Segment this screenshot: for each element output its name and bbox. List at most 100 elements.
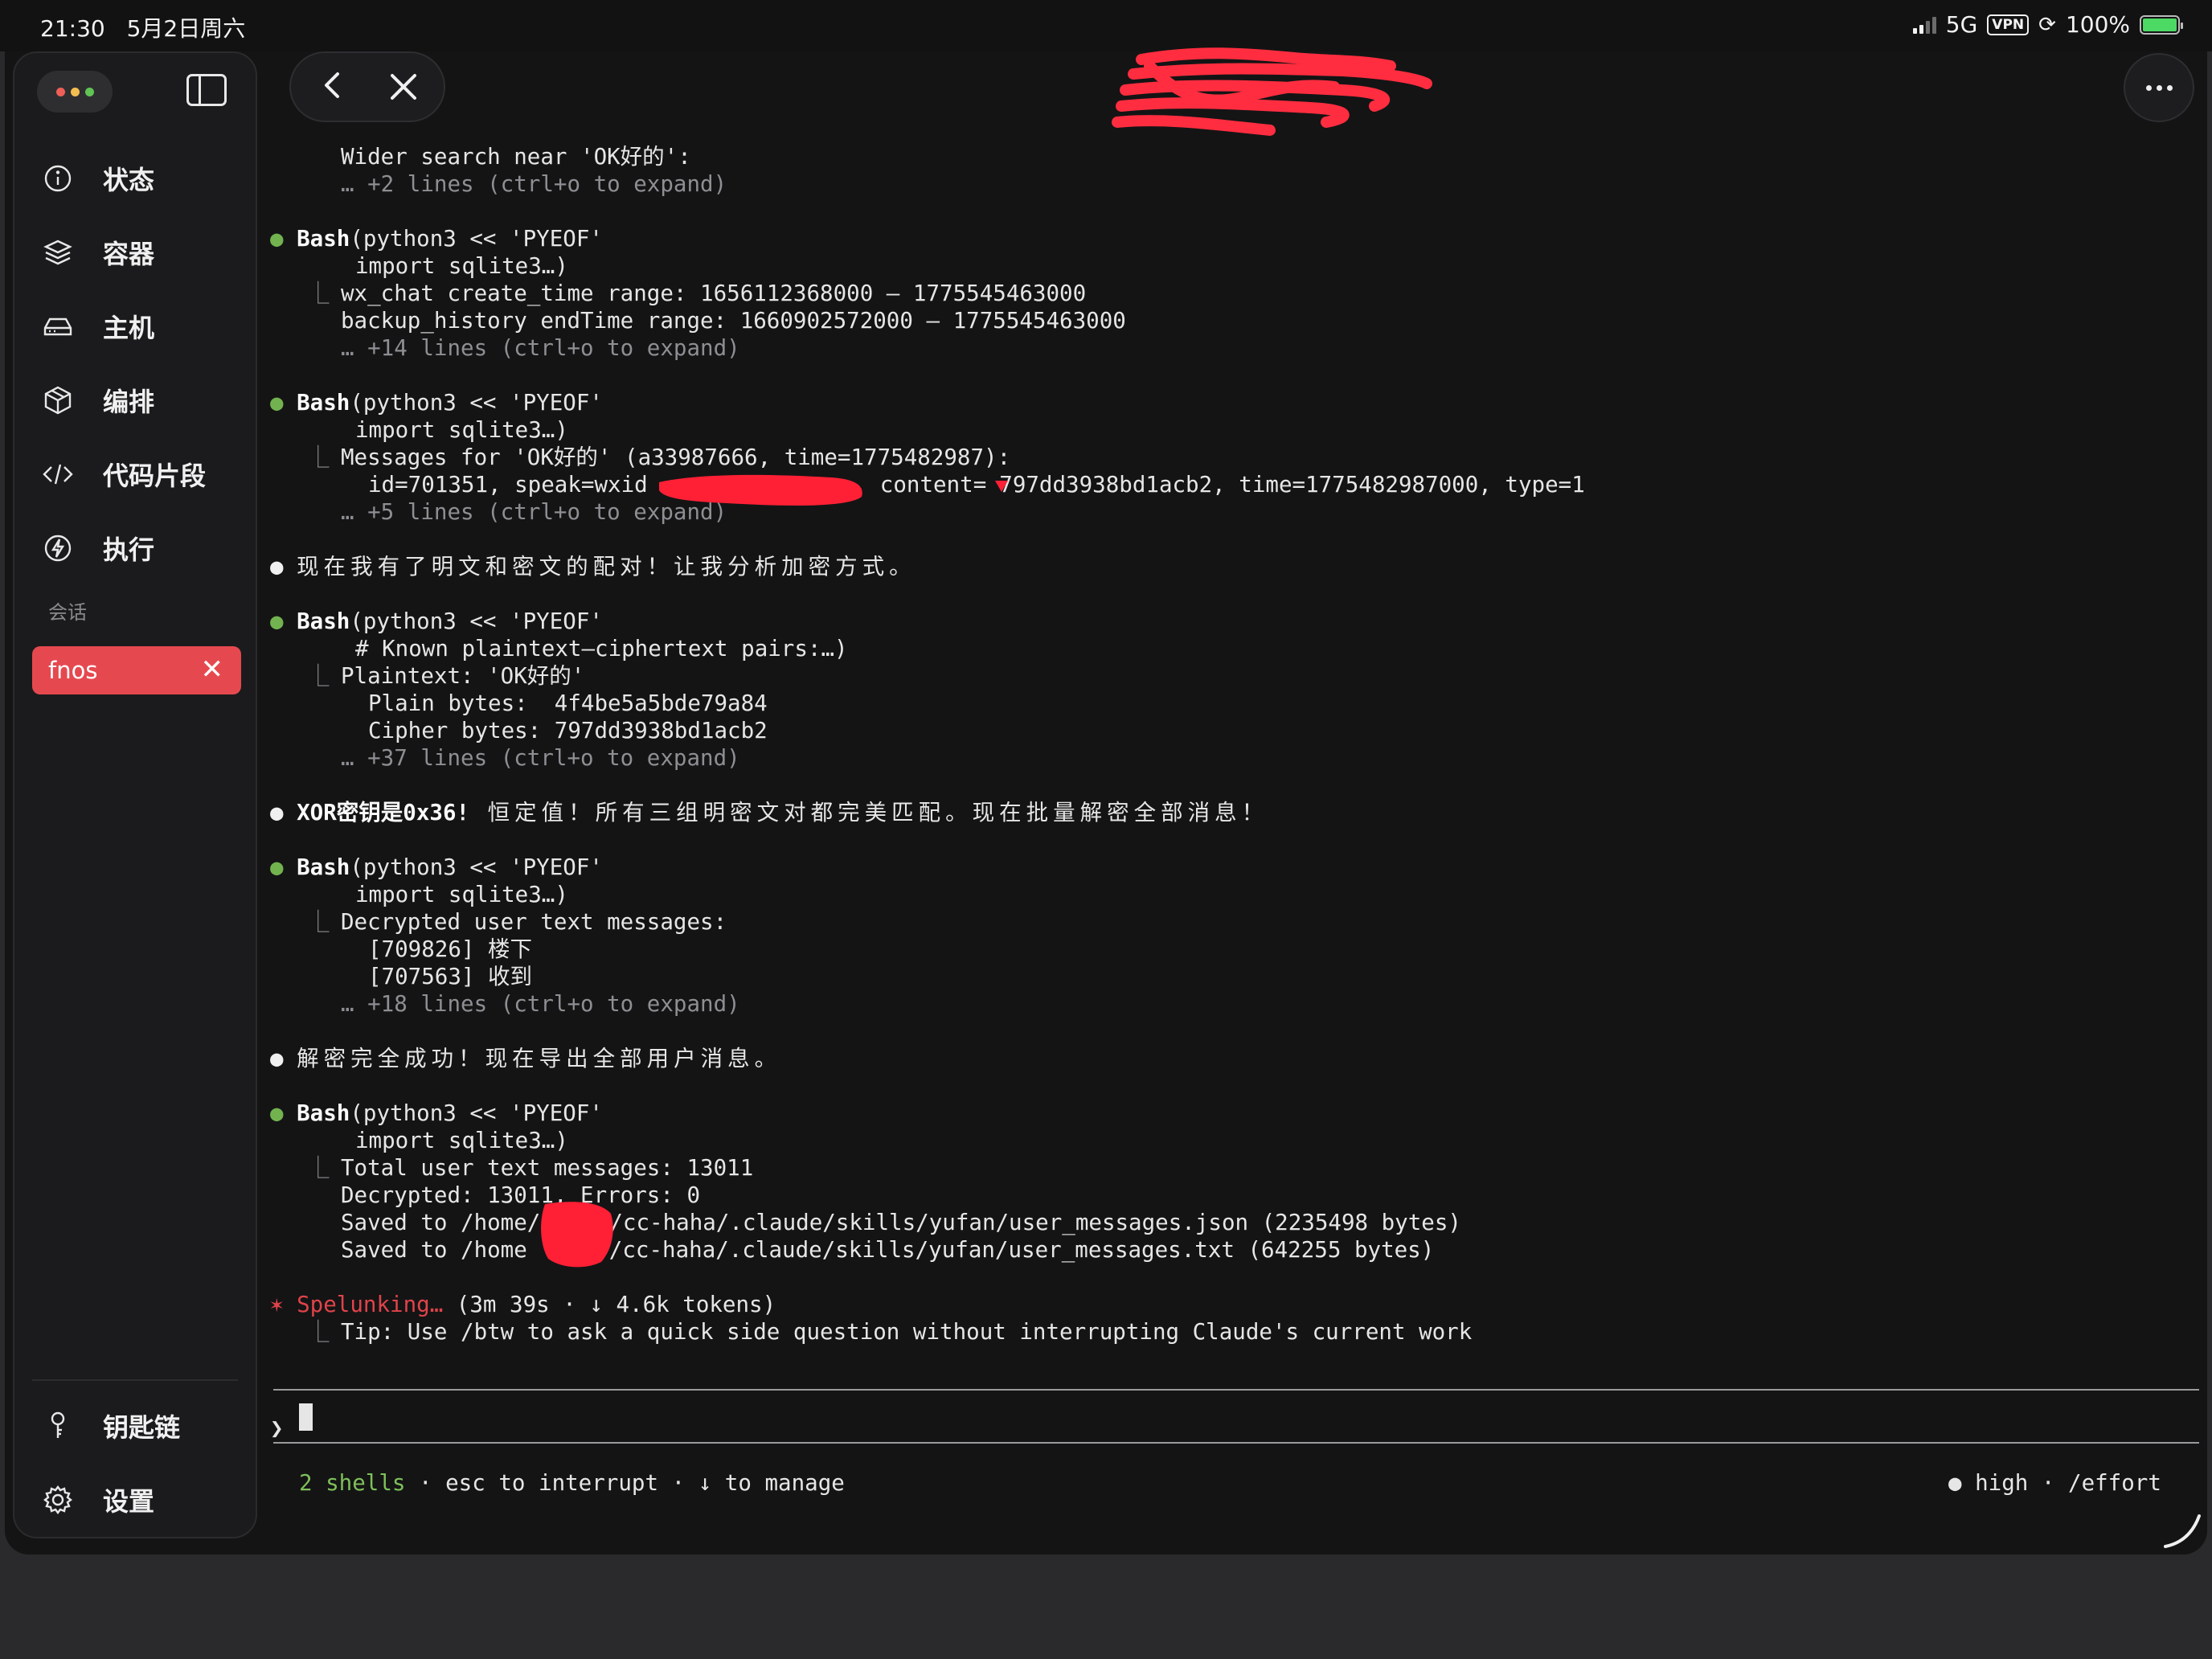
close-icon[interactable] (386, 69, 421, 104)
sidebar-toggle-icon[interactable] (186, 74, 227, 106)
success-bullet-icon: ● (270, 854, 284, 880)
terminal-line: Decrypted user text messages: (341, 909, 727, 935)
message-bullet-icon: ● (270, 1046, 284, 1071)
terminal-line: backup_history endTime range: 1660902572… (341, 308, 1126, 334)
output-branch-icon: ⎿ (307, 281, 330, 306)
sessions-section-label: 会话 (48, 601, 87, 624)
status-date: 5月2日周六 (126, 15, 246, 42)
info-icon (44, 165, 72, 192)
footer-hint-text: · esc to interrupt · ↓ to manage (405, 1470, 845, 1496)
output-branch-icon: ⎿ (307, 909, 330, 935)
sidebar-item-execute[interactable]: 执行 (14, 511, 256, 585)
back-icon[interactable] (315, 68, 350, 103)
navigation-pill (289, 51, 445, 122)
input-cursor[interactable] (299, 1403, 313, 1431)
redacted-title-scribble (1112, 47, 1432, 136)
footer-hints: 2 shells · esc to interrupt · ↓ to manag… (299, 1469, 845, 1497)
spinner-word: Spelunking… (297, 1292, 444, 1317)
collapsed-lines-hint: … +14 lines (ctrl+o to expand) (341, 335, 740, 361)
status-bar-right: 5G VPN ⟳ 100% (1912, 11, 2183, 38)
message-text: 解密完全成功！现在导出全部用户消息。 (297, 1046, 782, 1071)
input-divider-bottom (273, 1442, 2199, 1444)
close-icon[interactable]: ✕ (201, 656, 224, 683)
rotation-lock-icon: ⟳ (2038, 12, 2056, 37)
tool-args: (python3 << 'PYEOF' (350, 1100, 603, 1126)
text-segment: /cc-haha/.claude/skills/yufan/user_messa… (609, 1210, 1461, 1235)
output-branch-icon: ⎿ (307, 1319, 330, 1345)
layers-icon (43, 240, 72, 265)
spinner-status-line: ✶ Spelunking… (3m 39s · ↓ 4.6k tokens) (270, 1291, 776, 1318)
close-dot-icon[interactable] (55, 87, 65, 96)
spinner-icon: ✶ (270, 1292, 284, 1317)
tool-call-line: ● Bash(python3 << 'PYEOF' (270, 608, 603, 635)
input-divider-top (273, 1389, 2199, 1391)
output-branch-icon: ⎿ (307, 444, 330, 470)
box-icon (44, 386, 72, 415)
tool-name: Bash (297, 854, 350, 880)
zoom-dot-icon[interactable] (84, 87, 94, 96)
prompt-symbol: ❯ (270, 1415, 284, 1441)
terminal-line: id=701351, speak=wxid , content= 797dd3938… (368, 471, 1585, 498)
assistant-message: ● 现在我有了明文和密文的配对！让我分析加密方式。 (270, 553, 916, 580)
text-segment: 797dd3938bd1acb2, time=1775482987000, ty… (999, 472, 1585, 498)
sidebar-divider (32, 1379, 238, 1381)
text-segment: , content= (853, 472, 987, 498)
message-text: 恒定值！所有三组明密文对都完美匹配。现在批量解密全部消息！ (469, 800, 1269, 825)
assistant-message: ● XOR密钥是0x36! 恒定值！所有三组明密文对都完美匹配。现在批量解密全部… (270, 799, 1268, 826)
tool-call-line: ● Bash(python3 << 'PYEOF' (270, 854, 603, 881)
hard-drive-icon (43, 317, 72, 336)
session-item-fnos[interactable]: fnos ✕ (32, 646, 241, 694)
tool-args-continuation: import sqlite3…) (355, 253, 568, 279)
tool-args-continuation: # Known plaintext–ciphertext pairs:…) (355, 636, 848, 662)
text-segment: Saved to /home/ (341, 1210, 541, 1235)
effort-indicator[interactable]: ● high · /effort (1948, 1469, 2161, 1497)
text-segment: /cc-haha/.claude/skills/yufan/user_messa… (608, 1237, 1435, 1263)
sidebar-item-label: 代码片段 (103, 461, 207, 491)
sidebar-item-containers[interactable]: 容器 (14, 215, 256, 289)
collapsed-lines-hint: … +37 lines (ctrl+o to expand) (341, 745, 740, 771)
cellular-signal-icon (1912, 16, 1936, 34)
sidebar-item-label: 主机 (103, 313, 155, 343)
redacted-scribble (541, 1202, 613, 1268)
redacted-scribble (659, 474, 862, 506)
more-options-button[interactable] (2124, 53, 2194, 122)
tool-args: (python3 << 'PYEOF' (350, 608, 603, 634)
minimize-dot-icon[interactable] (70, 87, 80, 96)
shells-count[interactable]: 2 shells (299, 1470, 405, 1496)
terminal-line: Total user text messages: 13011 (341, 1155, 754, 1181)
session-label: fnos (48, 657, 98, 684)
sidebar-item-settings[interactable]: 设置 (14, 1463, 256, 1537)
tool-args: (python3 << 'PYEOF' (350, 390, 603, 416)
sidebar-item-snippets[interactable]: 代码片段 (14, 437, 256, 511)
status-time: 21:30 (40, 15, 105, 42)
tool-name: Bash (297, 1100, 350, 1126)
sidebar-item-orchestration[interactable]: 编排 (14, 363, 256, 437)
terminal-line: [707563] 收到 (368, 964, 533, 989)
sidebar-item-label: 执行 (103, 535, 155, 565)
spinner-stats: (3m 39s · ↓ 4.6k tokens) (443, 1292, 776, 1317)
text-segment: Saved to /home (341, 1237, 527, 1263)
tool-call-line: ● Bash(python3 << 'PYEOF' (270, 1100, 603, 1127)
tool-call-line: ● Bash(python3 << 'PYEOF' (270, 225, 603, 252)
sidebar-item-label: 状态 (103, 165, 155, 195)
resize-handle-icon[interactable] (2162, 1511, 2202, 1551)
message-text: 现在我有了明文和密文的配对！让我分析加密方式。 (297, 554, 916, 580)
vpn-badge: VPN (1987, 14, 2030, 35)
more-dot-icon (2166, 84, 2173, 91)
sidebar-bottom-nav: 钥匙链 设置 (14, 1389, 256, 1537)
sidebar-item-keychain[interactable]: 钥匙链 (14, 1389, 256, 1463)
sidebar-item-hosts[interactable]: 主机 (14, 289, 256, 363)
network-type: 5G (1945, 11, 1978, 38)
sidebar-item-status[interactable]: 状态 (14, 141, 256, 215)
collapsed-lines-hint: … +2 lines (ctrl+o to expand) (341, 171, 727, 197)
sidebar-item-label: 钥匙链 (103, 1412, 181, 1443)
terminal-line: Plaintext: 'OK好的' (341, 663, 585, 689)
output-branch-icon: ⎿ (307, 663, 330, 689)
assistant-message: ● 解密完全成功！现在导出全部用户消息。 (270, 1045, 781, 1072)
sidebar-item-label: 容器 (103, 239, 155, 269)
sidebar: 状态 容器 主机 编排 代码片段 执行 会话 fnos ✕ 钥匙链 设置 (13, 51, 257, 1538)
window-controls[interactable] (37, 71, 113, 113)
tool-args-continuation: import sqlite3…) (355, 417, 568, 443)
tool-call-line: ● Bash(python3 << 'PYEOF' (270, 389, 603, 416)
success-bullet-icon: ● (270, 1100, 284, 1126)
